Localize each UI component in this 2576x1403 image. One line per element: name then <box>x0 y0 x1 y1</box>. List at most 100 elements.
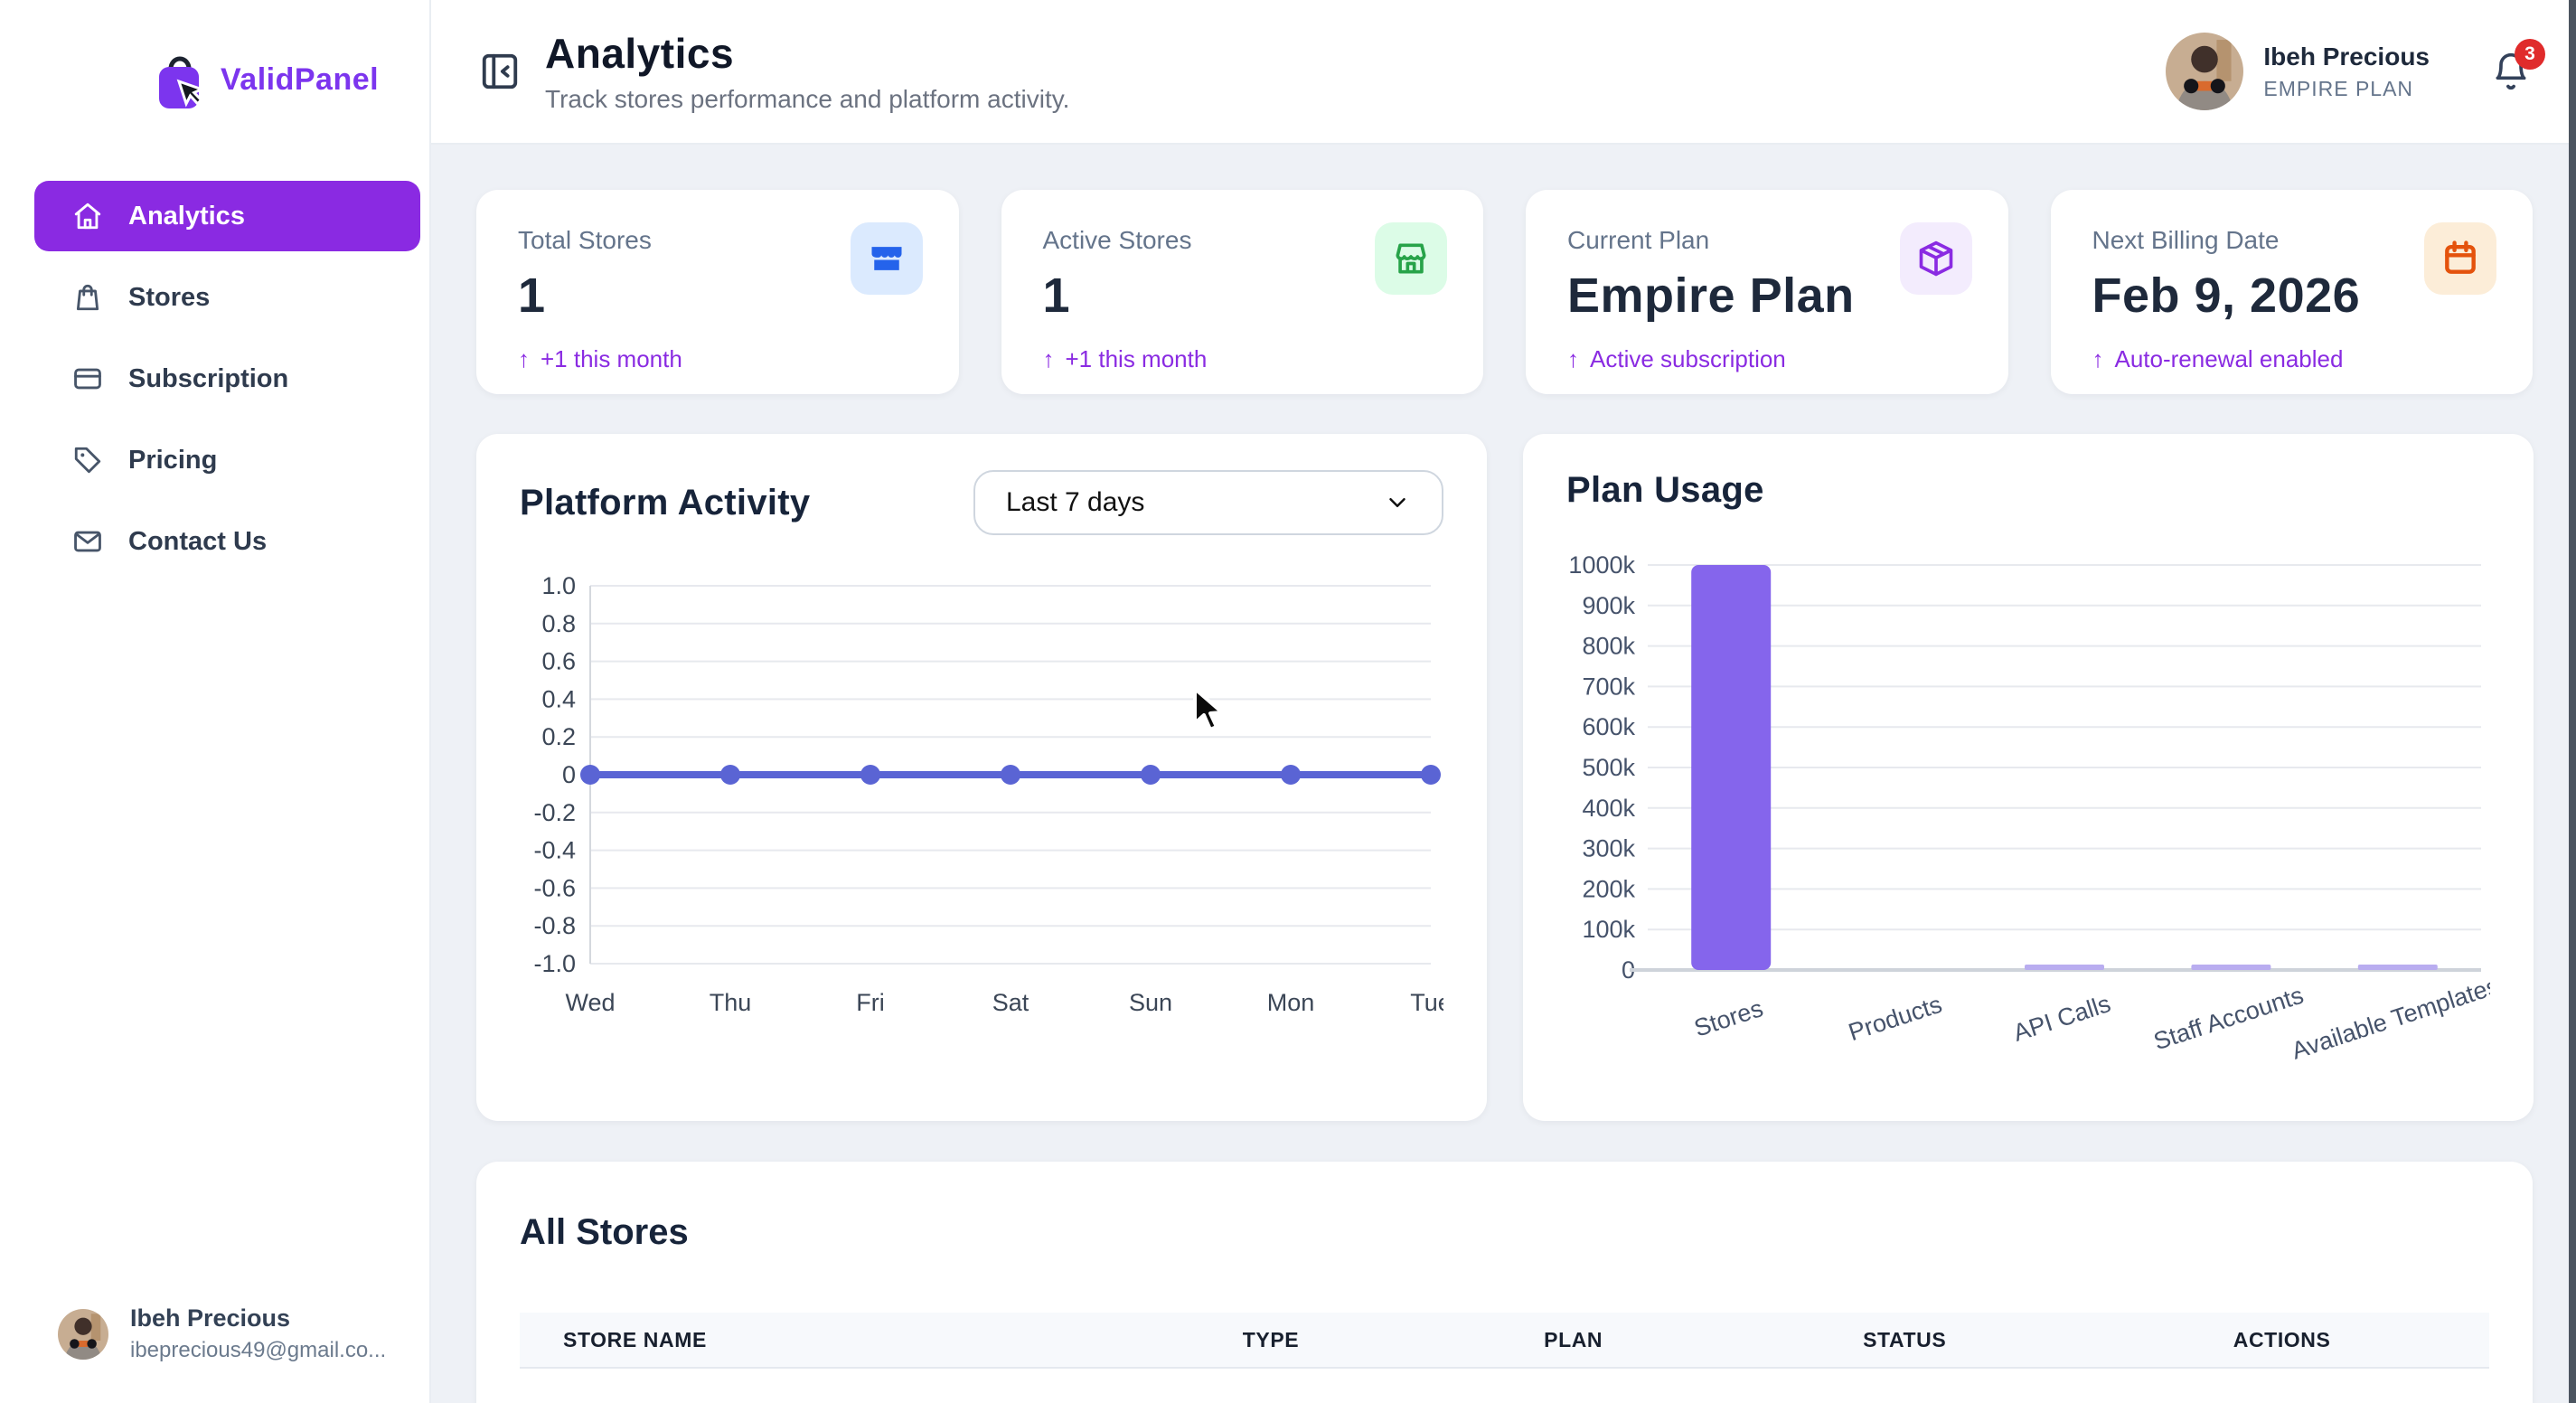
app-window: ValidPanel Analytics Stores Subscription… <box>0 0 2576 1403</box>
arrow-up-icon: ↑ <box>518 345 530 373</box>
sidebar-user-name: Ibeh Precious <box>130 1304 386 1332</box>
all-stores-card: All Stores STORE NAME TYPE PLAN STATUS A… <box>476 1162 2533 1403</box>
storefront-icon <box>851 222 923 295</box>
stat-subtext: Active subscription <box>1590 345 1786 373</box>
svg-text:Fri: Fri <box>856 989 884 1016</box>
sidebar-item-label: Stores <box>128 283 210 313</box>
stat-card-current-plan: Current Plan Empire Plan ↑Active subscri… <box>1526 190 2008 394</box>
sidebar-item-label: Contact Us <box>128 527 267 557</box>
arrow-up-icon: ↑ <box>1567 345 1579 373</box>
mouse-cursor <box>1191 687 1233 734</box>
notifications-button[interactable]: 3 <box>2491 52 2531 91</box>
avatar <box>58 1309 108 1360</box>
mail-icon <box>72 526 103 557</box>
svg-text:Stores: Stores <box>1691 994 1766 1042</box>
sidebar-user-email: ibeprecious49@gmail.co... <box>130 1338 386 1363</box>
credit-card-icon <box>72 363 103 394</box>
stat-card-active-stores: Active Stores 1 ↑+1 this month <box>1001 190 1484 394</box>
svg-text:-0.2: -0.2 <box>533 799 576 826</box>
sidebar-nav: Analytics Stores Subscription Pricing Co… <box>0 181 429 577</box>
time-range-select[interactable]: Last 7 days <box>973 470 1443 535</box>
sidebar-item-stores[interactable]: Stores <box>34 262 420 333</box>
sidebar-item-label: Analytics <box>128 202 245 231</box>
svg-text:800k: 800k <box>1582 633 1635 660</box>
platform-activity-line-chart: 1.00.80.60.40.20-0.2-0.4-0.6-0.8-1.0WedT… <box>520 571 1443 1041</box>
all-stores-title: All Stores <box>520 1212 2489 1253</box>
svg-text:Staff Accounts: Staff Accounts <box>2150 982 2307 1056</box>
svg-text:300k: 300k <box>1582 835 1635 862</box>
svg-text:0.8: 0.8 <box>541 610 576 637</box>
stat-subtext: +1 this month <box>1066 345 1208 373</box>
sidebar-item-subscription[interactable]: Subscription <box>34 344 420 414</box>
column-actions: ACTIONS <box>2190 1328 2489 1352</box>
stat-subtext: +1 this month <box>541 345 682 373</box>
svg-text:Wed: Wed <box>565 989 615 1016</box>
svg-text:0.4: 0.4 <box>541 685 576 712</box>
svg-text:Available Templates: Available Templates <box>2289 972 2490 1064</box>
stat-subtext: Auto-renewal enabled <box>2115 345 2344 373</box>
calendar-icon <box>2424 222 2496 295</box>
svg-text:200k: 200k <box>1582 875 1635 902</box>
column-status: STATUS <box>1819 1328 2190 1352</box>
sidebar: ValidPanel Analytics Stores Subscription… <box>0 0 431 1403</box>
svg-text:900k: 900k <box>1582 592 1635 619</box>
notification-badge: 3 <box>2515 39 2545 70</box>
vertical-scrollbar[interactable] <box>2569 0 2576 1403</box>
arrow-up-icon: ↑ <box>1043 345 1055 373</box>
header-user-plan: EMPIRE PLAN <box>2263 77 2430 101</box>
charts-row: Platform Activity Last 7 days 1.0 0.8 0.6 0… <box>476 434 2533 1121</box>
page-title: Analytics <box>545 29 1069 78</box>
store-icon <box>1375 222 1447 295</box>
chevron-down-icon <box>1384 489 1411 516</box>
plan-usage-bar-chart: 1000k900k800k700k600k500k400k300k200k100… <box>1566 529 2490 1098</box>
svg-text:700k: 700k <box>1582 673 1635 700</box>
svg-text:Products: Products <box>1846 991 1946 1046</box>
svg-text:400k: 400k <box>1582 795 1635 822</box>
platform-activity-card: Platform Activity Last 7 days 1.0 0.8 0.6 0… <box>476 434 1487 1121</box>
svg-text:Tue: Tue <box>1410 989 1443 1016</box>
shopping-bag-icon <box>72 282 103 313</box>
svg-text:0.2: 0.2 <box>541 723 576 750</box>
home-icon <box>72 201 103 231</box>
svg-text:600k: 600k <box>1582 713 1635 740</box>
stats-row: Total Stores 1 ↑+1 this month Active Sto… <box>476 190 2533 394</box>
validpanel-bag-icon <box>152 47 208 112</box>
svg-text:Sat: Sat <box>992 989 1029 1016</box>
svg-text:Sun: Sun <box>1129 989 1172 1016</box>
sidebar-collapse-button[interactable] <box>476 48 523 95</box>
plan-usage-title: Plan Usage <box>1566 470 1764 511</box>
time-range-value: Last 7 days <box>1006 487 1144 518</box>
panel-left-close-icon <box>479 51 521 92</box>
app-title: ValidPanel <box>221 62 379 98</box>
sidebar-user-card[interactable]: Ibeh Precious ibeprecious49@gmail.co... <box>0 1304 429 1403</box>
column-type: TYPE <box>1199 1328 1500 1352</box>
avatar[interactable] <box>2166 33 2243 110</box>
svg-text:API Calls: API Calls <box>2010 990 2114 1047</box>
svg-text:1000k: 1000k <box>1568 551 1635 579</box>
svg-text:0.6: 0.6 <box>541 648 576 675</box>
top-bar: Analytics Track stores performance and p… <box>431 0 2576 145</box>
stat-card-total-stores: Total Stores 1 ↑+1 this month <box>476 190 959 394</box>
svg-text:-0.6: -0.6 <box>533 874 576 901</box>
platform-activity-title: Platform Activity <box>520 483 810 523</box>
sidebar-item-contact-us[interactable]: Contact Us <box>34 506 420 577</box>
sidebar-item-label: Subscription <box>128 364 288 394</box>
tag-icon <box>72 445 103 476</box>
column-plan: PLAN <box>1500 1328 1819 1352</box>
page-subtitle: Track stores performance and platform ac… <box>545 85 1069 114</box>
sidebar-item-analytics[interactable]: Analytics <box>34 181 420 251</box>
sidebar-item-pricing[interactable]: Pricing <box>34 425 420 495</box>
content: Total Stores 1 ↑+1 this month Active Sto… <box>431 145 2576 1403</box>
svg-text:-1.0: -1.0 <box>533 950 576 977</box>
svg-text:Mon: Mon <box>1267 989 1315 1016</box>
column-store-name: STORE NAME <box>520 1328 1199 1352</box>
svg-text:-0.4: -0.4 <box>533 837 576 864</box>
logo: ValidPanel <box>152 47 429 112</box>
table-header: STORE NAME TYPE PLAN STATUS ACTIONS <box>520 1313 2489 1369</box>
svg-text:1.0: 1.0 <box>541 572 576 599</box>
stat-card-next-billing: Next Billing Date Feb 9, 2026 ↑Auto-rene… <box>2051 190 2534 394</box>
arrow-up-icon: ↑ <box>2092 345 2104 373</box>
main-area: Analytics Track stores performance and p… <box>431 0 2576 1403</box>
svg-text:0: 0 <box>562 761 576 788</box>
svg-text:100k: 100k <box>1582 916 1635 943</box>
